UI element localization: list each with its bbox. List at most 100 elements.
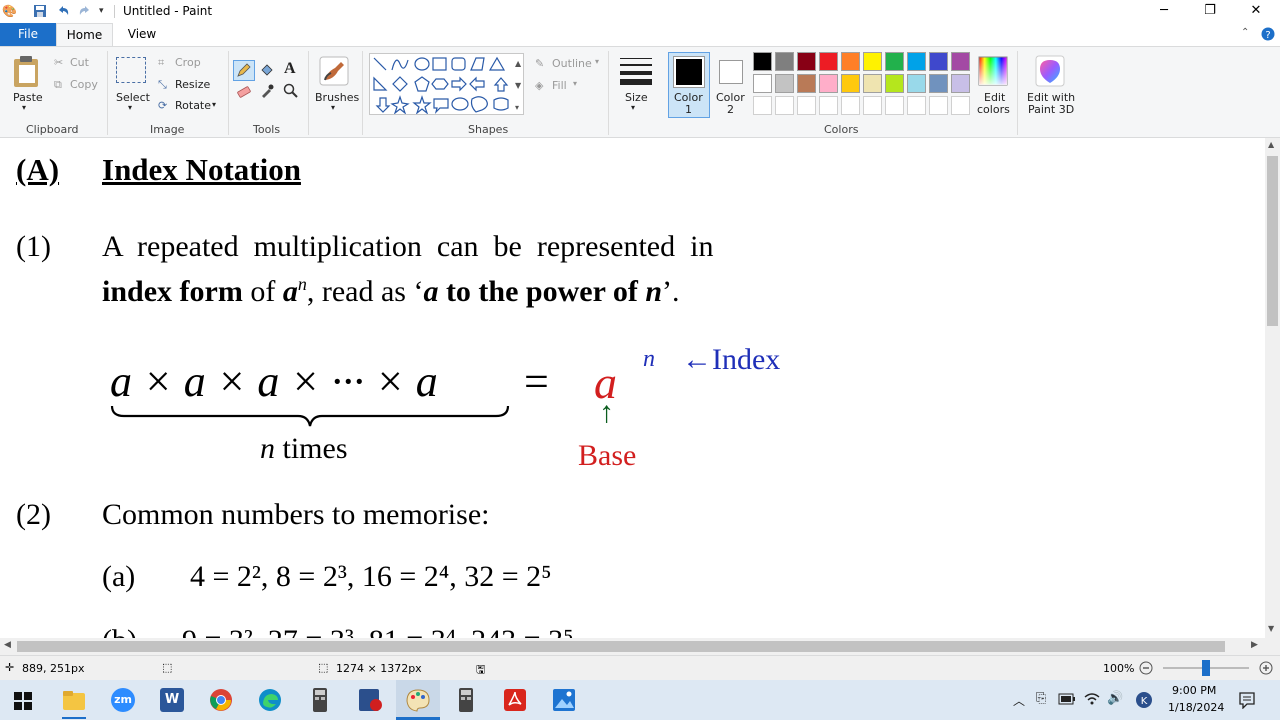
custom-color-slot[interactable] — [907, 96, 926, 115]
palette-color-swatch[interactable] — [863, 74, 882, 93]
vertical-scroll-thumb[interactable] — [1267, 156, 1278, 326]
palette-color-swatch[interactable] — [753, 52, 772, 71]
acrobat-icon[interactable] — [503, 688, 527, 712]
custom-color-slot[interactable] — [951, 96, 970, 115]
fill-button[interactable]: Fill — [552, 79, 567, 92]
paste-dropdown-icon[interactable]: ▾ — [22, 103, 26, 112]
palette-color-swatch[interactable] — [885, 74, 904, 93]
scroll-left-icon[interactable]: ◀ — [4, 640, 11, 650]
calculator-icon-1[interactable] — [311, 687, 329, 713]
palette-color-swatch[interactable] — [753, 74, 772, 93]
magnifier-icon[interactable] — [283, 83, 299, 99]
chrome-icon[interactable] — [209, 688, 233, 712]
select-button[interactable]: Select — [116, 91, 150, 104]
text-tool-icon[interactable]: A — [284, 60, 296, 78]
scroll-up-icon[interactable]: ▲ — [1268, 140, 1274, 149]
rotate-dropdown-icon[interactable]: ▾ — [212, 100, 216, 109]
palette-color-swatch[interactable] — [907, 74, 926, 93]
pencil-icon[interactable] — [236, 62, 252, 78]
wifi-icon[interactable] — [1084, 691, 1100, 707]
custom-color-slot[interactable] — [753, 96, 772, 115]
zoom-in-icon[interactable] — [1259, 661, 1273, 675]
brushes-dropdown-icon[interactable]: ▾ — [331, 103, 335, 112]
scroll-right-icon[interactable]: ▶ — [1251, 640, 1258, 650]
battery-icon[interactable] — [1058, 693, 1076, 705]
word-app-icon[interactable]: W — [160, 688, 184, 712]
palette-color-swatch[interactable] — [775, 52, 794, 71]
paste-label[interactable]: Paste — [13, 91, 43, 104]
taskbar-time[interactable]: 9:00 PM — [1172, 684, 1216, 697]
color2-swatch[interactable] — [719, 60, 743, 84]
paint-taskbar-icon[interactable] — [405, 688, 431, 712]
palette-color-swatch[interactable] — [775, 74, 794, 93]
select-dropdown-icon[interactable]: ▾ — [128, 103, 132, 112]
custom-color-slot[interactable] — [775, 96, 794, 115]
brushes-icon[interactable] — [317, 54, 351, 88]
volume-icon[interactable]: 🔊 — [1107, 691, 1123, 706]
custom-color-slot[interactable] — [797, 96, 816, 115]
palette-color-swatch[interactable] — [863, 52, 882, 71]
palette-color-swatch[interactable] — [841, 74, 860, 93]
horizontal-scrollbar[interactable]: ◀ ▶ — [0, 638, 1265, 655]
meet-now-icon[interactable]: ⎘ — [1036, 691, 1046, 706]
palette-color-swatch[interactable] — [885, 52, 904, 71]
palette-color-swatch[interactable] — [951, 74, 970, 93]
cut-button[interactable]: Cut — [70, 56, 89, 69]
select-icon[interactable] — [116, 57, 146, 83]
edit-colors-icon[interactable] — [978, 56, 1008, 86]
edit-colors-label-2[interactable]: colors — [977, 103, 1010, 116]
palette-color-swatch[interactable] — [797, 74, 816, 93]
color1-swatch[interactable] — [673, 56, 705, 88]
palette-color-swatch[interactable] — [907, 52, 926, 71]
paint3d-label-2[interactable]: Paint 3D — [1028, 103, 1074, 116]
brushes-button[interactable]: Brushes — [315, 91, 359, 104]
drawing-canvas[interactable]: (A) Index Notation (1) A repeated multip… — [0, 138, 1265, 638]
palette-color-swatch[interactable] — [929, 52, 948, 71]
language-icon[interactable]: K — [1135, 691, 1153, 709]
outline-button[interactable]: Outline — [552, 57, 592, 70]
eraser-icon[interactable] — [236, 83, 252, 99]
rotate-button[interactable]: Rotate — [175, 99, 211, 112]
redo-icon[interactable] — [78, 4, 92, 18]
maximize-button[interactable]: ❐ — [1187, 0, 1233, 23]
custom-color-slot[interactable] — [819, 96, 838, 115]
shapes-gallery[interactable]: ▲ ▼ ▾ — [369, 53, 524, 115]
resize-button[interactable]: Resize — [175, 78, 210, 91]
windows-start-icon[interactable] — [14, 692, 32, 710]
collapse-ribbon-icon[interactable]: ⌃ — [1241, 27, 1249, 38]
zoom-out-icon[interactable] — [1139, 661, 1153, 675]
taskbar-date[interactable]: 1/18/2024 — [1168, 701, 1224, 714]
minimize-button[interactable]: ─ — [1141, 0, 1187, 23]
copy-button[interactable]: Copy — [70, 78, 98, 91]
palette-color-swatch[interactable] — [841, 52, 860, 71]
palette-color-swatch[interactable] — [819, 52, 838, 71]
edge-icon[interactable] — [258, 688, 282, 712]
size-button[interactable]: Size — [625, 91, 648, 104]
palette-color-swatch[interactable] — [819, 74, 838, 93]
outline-dropdown-icon[interactable]: ▾ — [595, 57, 599, 66]
crop-button[interactable]: Crop — [175, 56, 201, 69]
paint3d-icon[interactable] — [1035, 55, 1065, 87]
undo-icon[interactable] — [56, 4, 70, 18]
file-explorer-icon[interactable] — [62, 689, 86, 711]
notification-center-icon[interactable] — [1238, 691, 1256, 709]
tab-file[interactable]: File — [0, 23, 56, 46]
tab-home[interactable]: Home — [56, 23, 113, 47]
screen-recorder-icon[interactable] — [357, 687, 385, 713]
close-button[interactable]: ✕ — [1233, 0, 1279, 23]
photos-icon[interactable] — [552, 688, 576, 712]
size-icon[interactable] — [619, 56, 653, 86]
custom-color-slot[interactable] — [841, 96, 860, 115]
calculator-icon-2[interactable] — [457, 687, 475, 713]
tab-view[interactable]: View — [113, 23, 171, 46]
shapes-gallery-icons[interactable]: ▲ ▼ ▾ — [370, 54, 523, 115]
zoom-slider-thumb[interactable] — [1202, 660, 1210, 676]
custom-color-slot[interactable] — [863, 96, 882, 115]
paste-icon[interactable] — [12, 55, 42, 89]
help-icon[interactable]: ? — [1261, 27, 1275, 41]
customize-qat-icon[interactable]: ▾ — [99, 4, 104, 19]
horizontal-scroll-thumb[interactable] — [17, 641, 1225, 652]
palette-color-swatch[interactable] — [929, 74, 948, 93]
fill-bucket-icon[interactable] — [259, 62, 275, 78]
palette-color-swatch[interactable] — [797, 52, 816, 71]
